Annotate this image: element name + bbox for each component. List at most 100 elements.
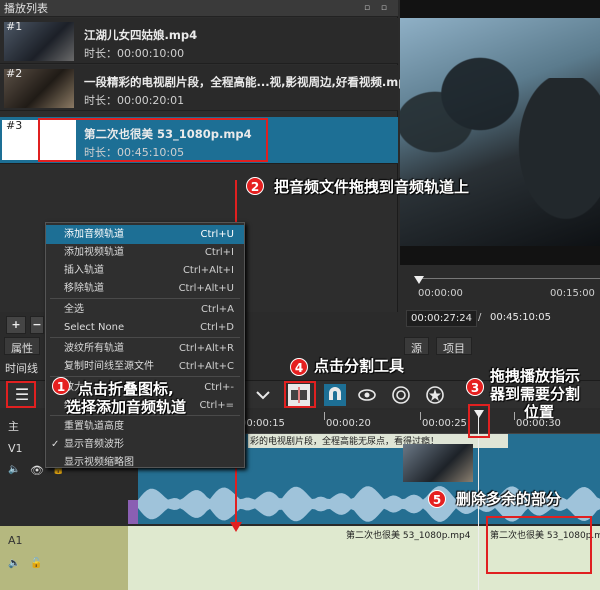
- annotation-text-3-line-2: 器到需要分割: [490, 385, 581, 403]
- ruler-label: 00:00:25: [422, 418, 467, 429]
- highlight-box-split-tool: [284, 381, 316, 408]
- clip-thumbnail: [403, 444, 473, 482]
- menu-item-shortcut: Ctrl+Alt+R: [178, 343, 234, 354]
- menu-item[interactable]: 复制时间线至源文件 Ctrl+Alt+C: [46, 357, 244, 376]
- mute-icon[interactable]: 🔈: [8, 464, 20, 475]
- annotation-text-4: 点击分割工具: [314, 357, 405, 375]
- playhead-marker-icon[interactable]: [414, 276, 424, 284]
- highlight-box-playlist-item: [38, 118, 268, 162]
- playlist-item-number: #1: [6, 20, 23, 33]
- menu-item[interactable]: Select None Ctrl+D: [46, 318, 244, 337]
- highlight-box-extra-part: [486, 516, 592, 574]
- menu-item-shortcut: Ctrl+-: [204, 382, 234, 393]
- menu-separator: [50, 337, 240, 338]
- playlist-item-number: #2: [6, 67, 23, 80]
- video-preview: [400, 18, 600, 246]
- menu-item-label: 复制时间线至源文件: [64, 361, 154, 372]
- menu-item[interactable]: 添加视频轨道 Ctrl+I: [46, 243, 244, 262]
- playlist-item-name: 一段精彩的电视剧片段，全程高能...视,影视周边,好看视频.mp4: [84, 75, 415, 89]
- annotation-number-2: 2: [246, 177, 264, 195]
- snap-magnet-icon[interactable]: [324, 384, 346, 406]
- menu-item-label: 重置轨道高度: [64, 421, 124, 432]
- playlist-title: 播放列表: [0, 0, 398, 17]
- eye-icon[interactable]: 👁: [30, 464, 44, 477]
- ruler-mid-time: 00:15:00: [550, 288, 595, 299]
- check-icon: ✓: [51, 439, 60, 450]
- menu-item-shortcut: Ctrl+Alt+U: [178, 283, 234, 294]
- annotation-text-3-line-1: 拖拽播放指示: [490, 367, 581, 385]
- annotation-number-4: 4: [290, 358, 308, 376]
- lock-icon[interactable]: 🔓: [30, 558, 42, 569]
- fade-handle[interactable]: [128, 500, 138, 524]
- menu-item-label: Select None: [64, 322, 125, 333]
- highlight-box-playhead: [468, 404, 490, 438]
- mute-icon[interactable]: 🔈: [8, 558, 20, 569]
- ruler-label: 00:00:20: [326, 418, 371, 429]
- menu-separator: [50, 376, 240, 377]
- ruler-start-time: 00:00:00: [418, 288, 463, 299]
- menu-item[interactable]: ✓ 显示音频波形: [46, 435, 244, 454]
- menu-item-label: 波纹所有轨道: [64, 343, 124, 354]
- ruler-baseline: [416, 278, 600, 279]
- ruler-tick: [324, 412, 325, 420]
- menu-item[interactable]: 波纹所有轨道 Ctrl+Alt+R: [46, 339, 244, 358]
- annotation-text-3-line-3: 位置: [524, 403, 555, 421]
- audio-clip-label: 第二次也很美 53_1080p.mp4: [346, 531, 471, 541]
- menu-item[interactable]: 显示视频缩略图: [46, 453, 244, 472]
- annotation-text-5: 删除多余的部分: [456, 490, 562, 508]
- menu-item-shortcut: Ctrl+I: [204, 247, 234, 258]
- menu-item-shortcut: Ctrl+Alt+C: [178, 361, 234, 372]
- scrub-eye-icon[interactable]: [356, 384, 378, 406]
- ruler-tick: [420, 412, 421, 420]
- tab-source[interactable]: 源: [404, 337, 429, 355]
- playlist-item-2[interactable]: #2 一段精彩的电视剧片段，全程高能...视,影视周边,好看视频.mp4 时长：…: [0, 65, 414, 111]
- menu-item-label: 显示音频波形: [64, 439, 124, 450]
- menu-item[interactable]: 重置轨道高度: [46, 417, 244, 436]
- annotation-text-2: 把音频文件拖拽到音频轨道上: [274, 178, 470, 196]
- time-separator: /: [478, 312, 482, 323]
- preview-ruler[interactable]: 00:00:00 00:15:00: [410, 268, 600, 304]
- menu-item-shortcut: Ctrl+A: [200, 304, 234, 315]
- timeline-title: 时间线: [5, 362, 38, 375]
- tab-project[interactable]: 项目: [436, 337, 472, 355]
- track-a1-label: A1: [8, 534, 23, 547]
- menu-item-shortcut: Ctrl+U: [200, 229, 235, 240]
- tab-properties[interactable]: 属性: [4, 337, 40, 355]
- ripple-all-icon[interactable]: [424, 384, 446, 406]
- annotation-text-1-line-1: 点击折叠图标,: [78, 380, 174, 398]
- menu-item-label: 添加视频轨道: [64, 247, 124, 258]
- ripple-target-icon[interactable]: [390, 384, 412, 406]
- playlist-item-duration: 时长：00:00:10:00: [84, 47, 185, 60]
- menu-separator: [50, 298, 240, 299]
- menu-item-shortcut: Ctrl+=: [199, 400, 234, 411]
- highlight-box-menu-icon: [6, 381, 36, 408]
- annotation-number-1: 1: [52, 377, 70, 395]
- timeline-context-menu: 添加音频轨道 Ctrl+U 添加视频轨道 Ctrl+I 插入轨道 Ctrl+Alt+I 移除…: [45, 222, 245, 468]
- menu-item-label: 移除轨道: [64, 283, 104, 294]
- menu-item-label: 显示视频缩略图: [64, 457, 134, 468]
- annotation-text-1-line-2: 选择添加音频轨道: [66, 398, 187, 416]
- drag-arrow-icon: [230, 522, 242, 532]
- playlist-item-name: 江湖儿女四姑娘.mp4: [84, 28, 198, 42]
- panel-float-close-icons[interactable]: ▫ ▫: [364, 3, 391, 13]
- menu-item[interactable]: 全选 Ctrl+A: [46, 300, 244, 319]
- menu-item-shortcut: Ctrl+D: [200, 322, 234, 333]
- playlist-item-1[interactable]: #1 江湖儿女四姑娘.mp4 时长：00:00:10:00: [0, 18, 398, 64]
- menu-item[interactable]: 插入轨道 Ctrl+Alt+I: [46, 261, 244, 280]
- playlist-item-duration: 时长：00:00:20:01: [84, 94, 185, 107]
- ruler-label: 00:00:15: [240, 418, 285, 429]
- total-time-label: 00:45:10:05: [490, 312, 552, 323]
- playlist-item-number: #3: [6, 119, 23, 132]
- menu-item-label: 添加音频轨道: [64, 229, 124, 240]
- annotation-number-5: 5: [428, 490, 446, 508]
- video-frame-person: [500, 78, 600, 246]
- menu-item[interactable]: 添加音频轨道 Ctrl+U: [46, 225, 244, 244]
- annotation-number-3: 3: [466, 378, 484, 396]
- remove-button[interactable]: −: [30, 316, 44, 334]
- chevron-down-icon[interactable]: [252, 384, 274, 406]
- track-a1-header: A1 🔈 🔓: [0, 526, 128, 590]
- current-time-field[interactable]: 00:00:27:24: [406, 310, 478, 327]
- menu-item[interactable]: 移除轨道 Ctrl+Alt+U: [46, 279, 244, 298]
- menu-item-shortcut: Ctrl+Alt+I: [182, 265, 234, 276]
- add-button[interactable]: +: [6, 316, 26, 334]
